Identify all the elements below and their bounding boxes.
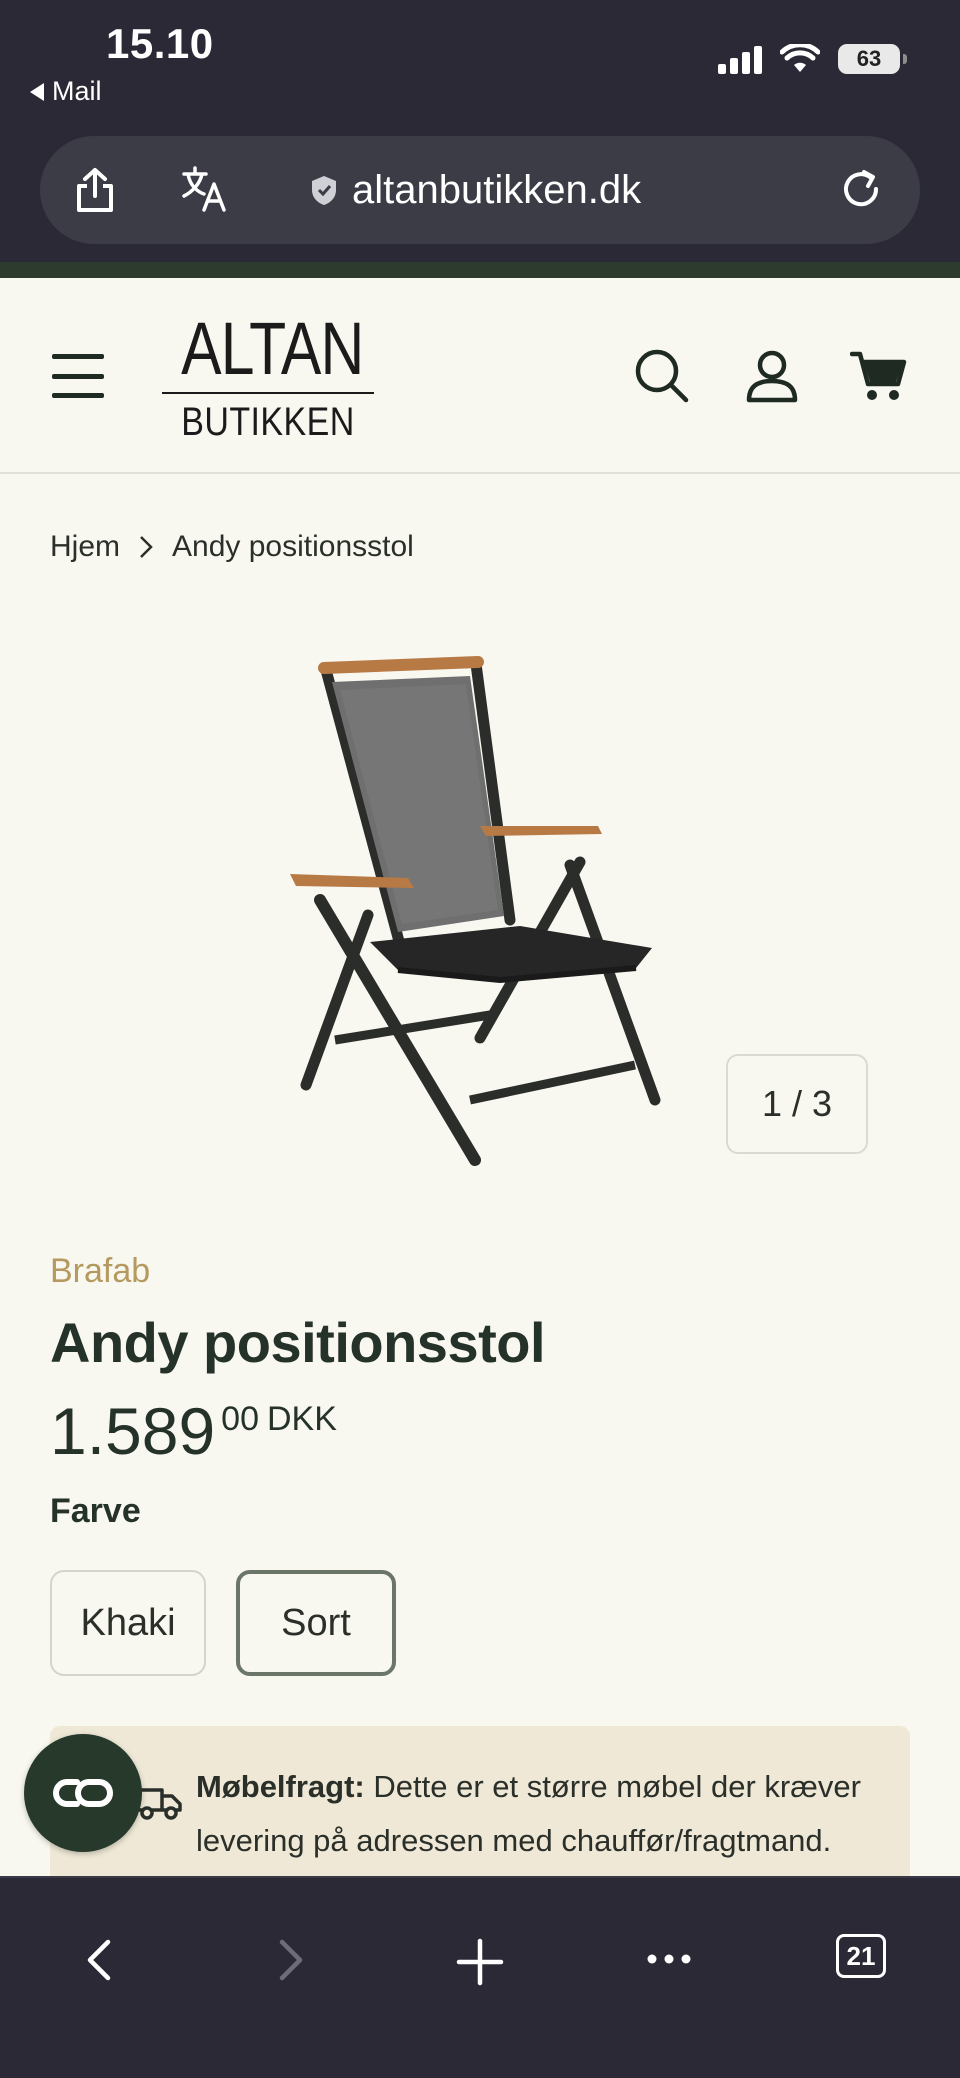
browser-toolbar: 21 [0,1876,960,2078]
option-label: Farve [50,1492,141,1530]
logo-top-text: ALTAN [181,307,364,390]
product-image[interactable] [280,630,680,1190]
shipping-notice-bold: Møbelfragt: [196,1769,365,1804]
search-icon[interactable] [634,348,690,404]
wifi-icon [780,44,820,72]
option-khaki-button[interactable]: Khaki [50,1570,206,1676]
chat-button[interactable] [24,1734,142,1852]
header-accent-line [0,262,960,278]
share-icon[interactable] [72,166,118,214]
back-triangle-icon [30,82,44,101]
shipping-notice: Møbelfragt: Dette er et større møbel der… [50,1726,910,1886]
cellular-signal-icon [718,44,762,74]
product-brand[interactable]: Brafab [50,1252,150,1291]
more-dots-icon[interactable] [646,1952,692,1966]
tabs-count-button[interactable]: 21 [836,1934,886,1978]
reload-icon[interactable] [838,166,884,212]
new-tab-plus-icon[interactable] [456,1938,504,1986]
site-logo[interactable]: ALTAN BUTIKKEN [162,308,374,444]
url-text: altanbutikken.dk [352,167,642,212]
chevron-right-icon [140,536,153,558]
cart-icon[interactable] [850,348,908,404]
url-address[interactable]: altanbutikken.dk [310,136,641,244]
status-time: 15.10 [106,20,214,67]
browser-chrome: 15.10 Mail 63 altanbutikken.dk [0,0,960,262]
menu-icon[interactable] [52,354,104,398]
battery-indicator: 63 [838,44,907,74]
price-decimals: 00 [221,1400,259,1438]
logo-bottom-text: BUTIKKEN [181,400,355,444]
breadcrumb: Hjem Andy positionsstol [50,530,414,564]
breadcrumb-home-link[interactable]: Hjem [50,530,120,564]
shipping-notice-text: Møbelfragt: Dette er et større møbel der… [196,1760,870,1868]
link-loop-icon [53,1779,113,1807]
option-sort-button[interactable]: Sort [236,1570,396,1676]
url-bar[interactable]: altanbutikken.dk [40,136,920,244]
breadcrumb-current: Andy positionsstol [172,530,414,563]
product-title: Andy positionsstol [50,1311,546,1374]
site-header: ALTAN BUTIKKEN [0,278,960,474]
product-price: 1.589 00 DKK [50,1394,337,1468]
back-to-app-button[interactable]: Mail [30,76,102,107]
forward-arrow-icon[interactable] [276,1938,306,1982]
translate-icon[interactable] [180,164,230,214]
price-integer: 1.589 [50,1394,216,1468]
truck-icon [136,1788,182,1820]
price-currency: DKK [267,1400,337,1438]
back-app-label: Mail [52,76,102,106]
status-icons: 63 [718,44,907,74]
back-arrow-icon[interactable] [84,1938,114,1982]
shield-lock-icon [312,176,336,205]
image-counter: 1 / 3 [726,1054,868,1154]
account-icon[interactable] [744,348,800,404]
